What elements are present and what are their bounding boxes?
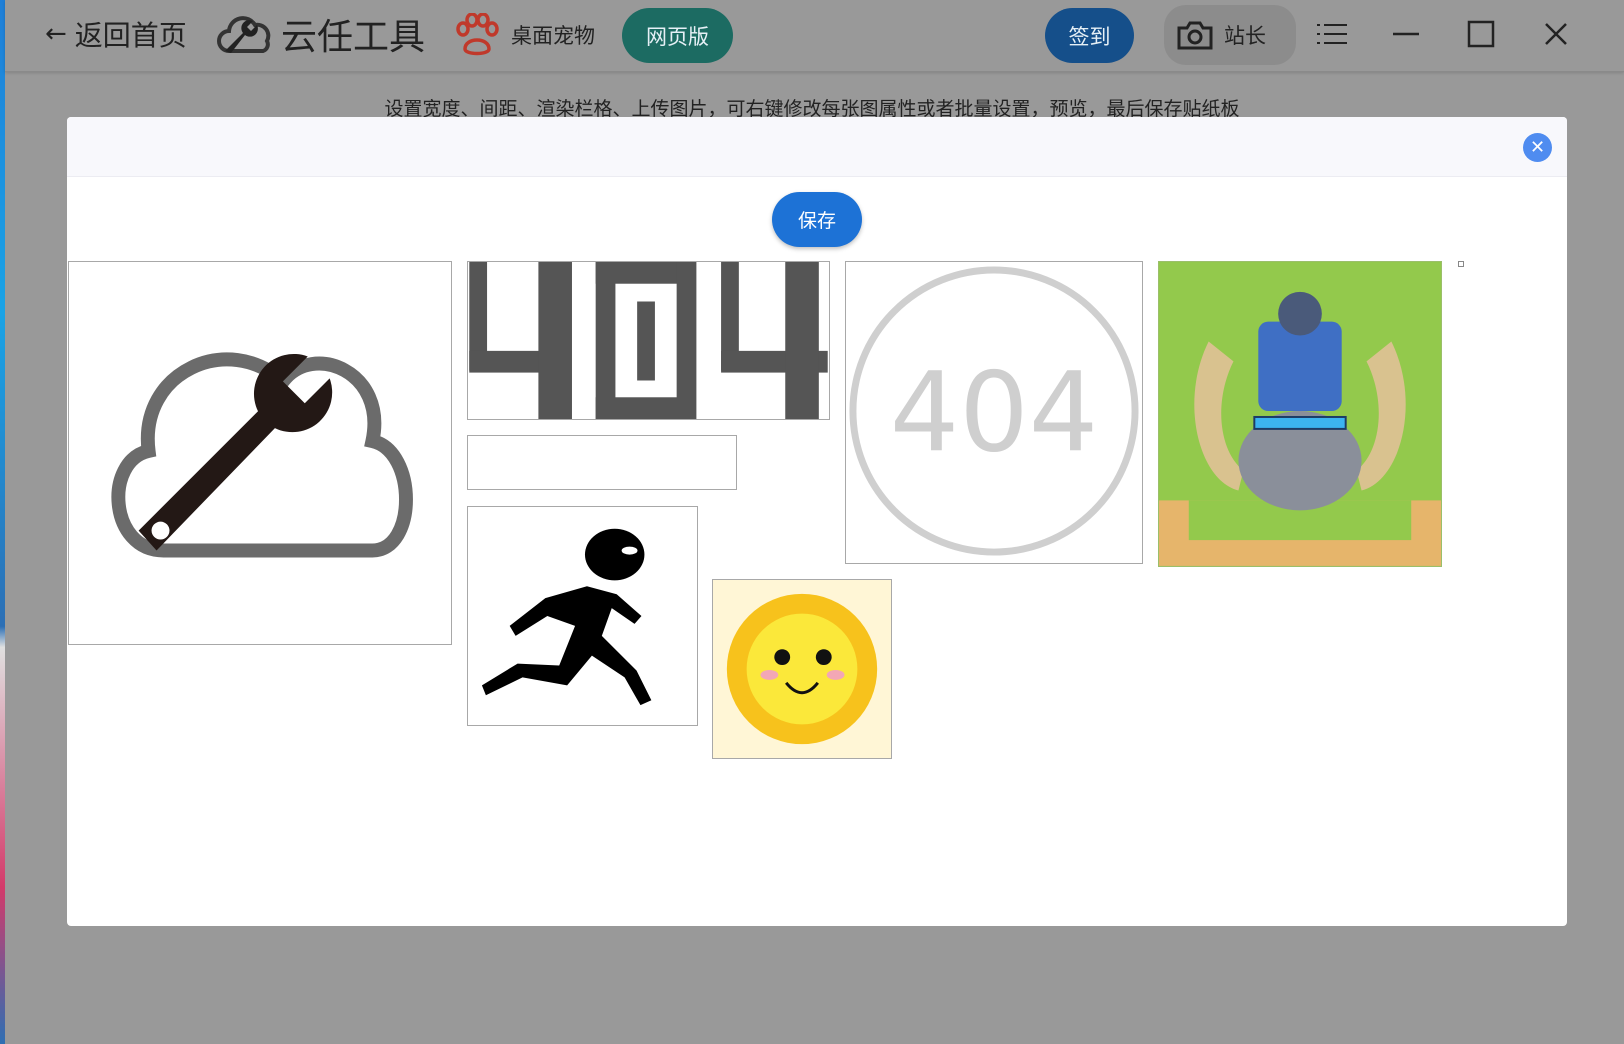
sun-image (713, 580, 891, 758)
sticker-image-game-tower[interactable] (1158, 261, 1442, 567)
desktop-pet-label: 桌面宠物 (511, 24, 595, 48)
modal-close-button[interactable]: ✕ (1523, 133, 1552, 162)
sticker-image-wrench-cloud[interactable] (68, 261, 452, 645)
sticker-preview-modal: ✕ 保存 404 (67, 117, 1567, 926)
circle-404-text: 404 (890, 350, 1099, 477)
menu-icon (1317, 24, 1347, 44)
paw-icon (456, 13, 499, 56)
desktop-pet-link[interactable]: 桌面宠物 (453, 12, 595, 58)
maximize-button[interactable] (1465, 18, 1497, 50)
circle-404-image: 404 (849, 266, 1139, 556)
resize-handle[interactable] (1458, 261, 1464, 267)
back-arrow-icon: ← (45, 19, 67, 49)
owner-label: 站长 (1224, 24, 1266, 48)
wrench-cloud-image (111, 352, 413, 558)
pixel-404-image (469, 262, 828, 419)
wrench-cloud-icon (217, 16, 271, 53)
brand-name: 云任工具 (281, 17, 426, 58)
maximize-icon (1467, 20, 1495, 48)
back-home-label: 返回首页 (74, 19, 187, 52)
desktop-edge-strip (0, 0, 5, 1044)
sticker-image-404-pixel[interactable] (467, 261, 830, 420)
sticker-image-runner[interactable] (467, 506, 698, 726)
close-window-button[interactable] (1540, 18, 1572, 50)
signin-button[interactable]: 签到 (1045, 8, 1134, 63)
modal-header (67, 117, 1567, 177)
brand-logo[interactable]: 云任工具 (217, 8, 425, 60)
save-button[interactable]: 保存 (772, 192, 862, 247)
game-tower-image (1159, 262, 1441, 566)
minimize-icon (1393, 32, 1419, 36)
sticker-image-blank[interactable] (467, 435, 737, 490)
minimize-button[interactable] (1390, 18, 1422, 50)
close-icon (1545, 23, 1567, 45)
back-home-link[interactable]: ← 返回首页 (45, 14, 187, 54)
sticker-image-sun[interactable] (712, 579, 892, 759)
sticker-image-404-circle[interactable]: 404 (845, 261, 1143, 564)
menu-button[interactable] (1316, 18, 1348, 50)
web-version-button[interactable]: 网页版 (622, 8, 733, 63)
runner-image (481, 528, 652, 706)
camera-icon (1177, 21, 1213, 50)
top-bar: ← 返回首页 云任工具 桌面宠物 网页版 签到 站长 (5, 0, 1624, 72)
owner-button[interactable]: 站长 (1164, 5, 1296, 65)
